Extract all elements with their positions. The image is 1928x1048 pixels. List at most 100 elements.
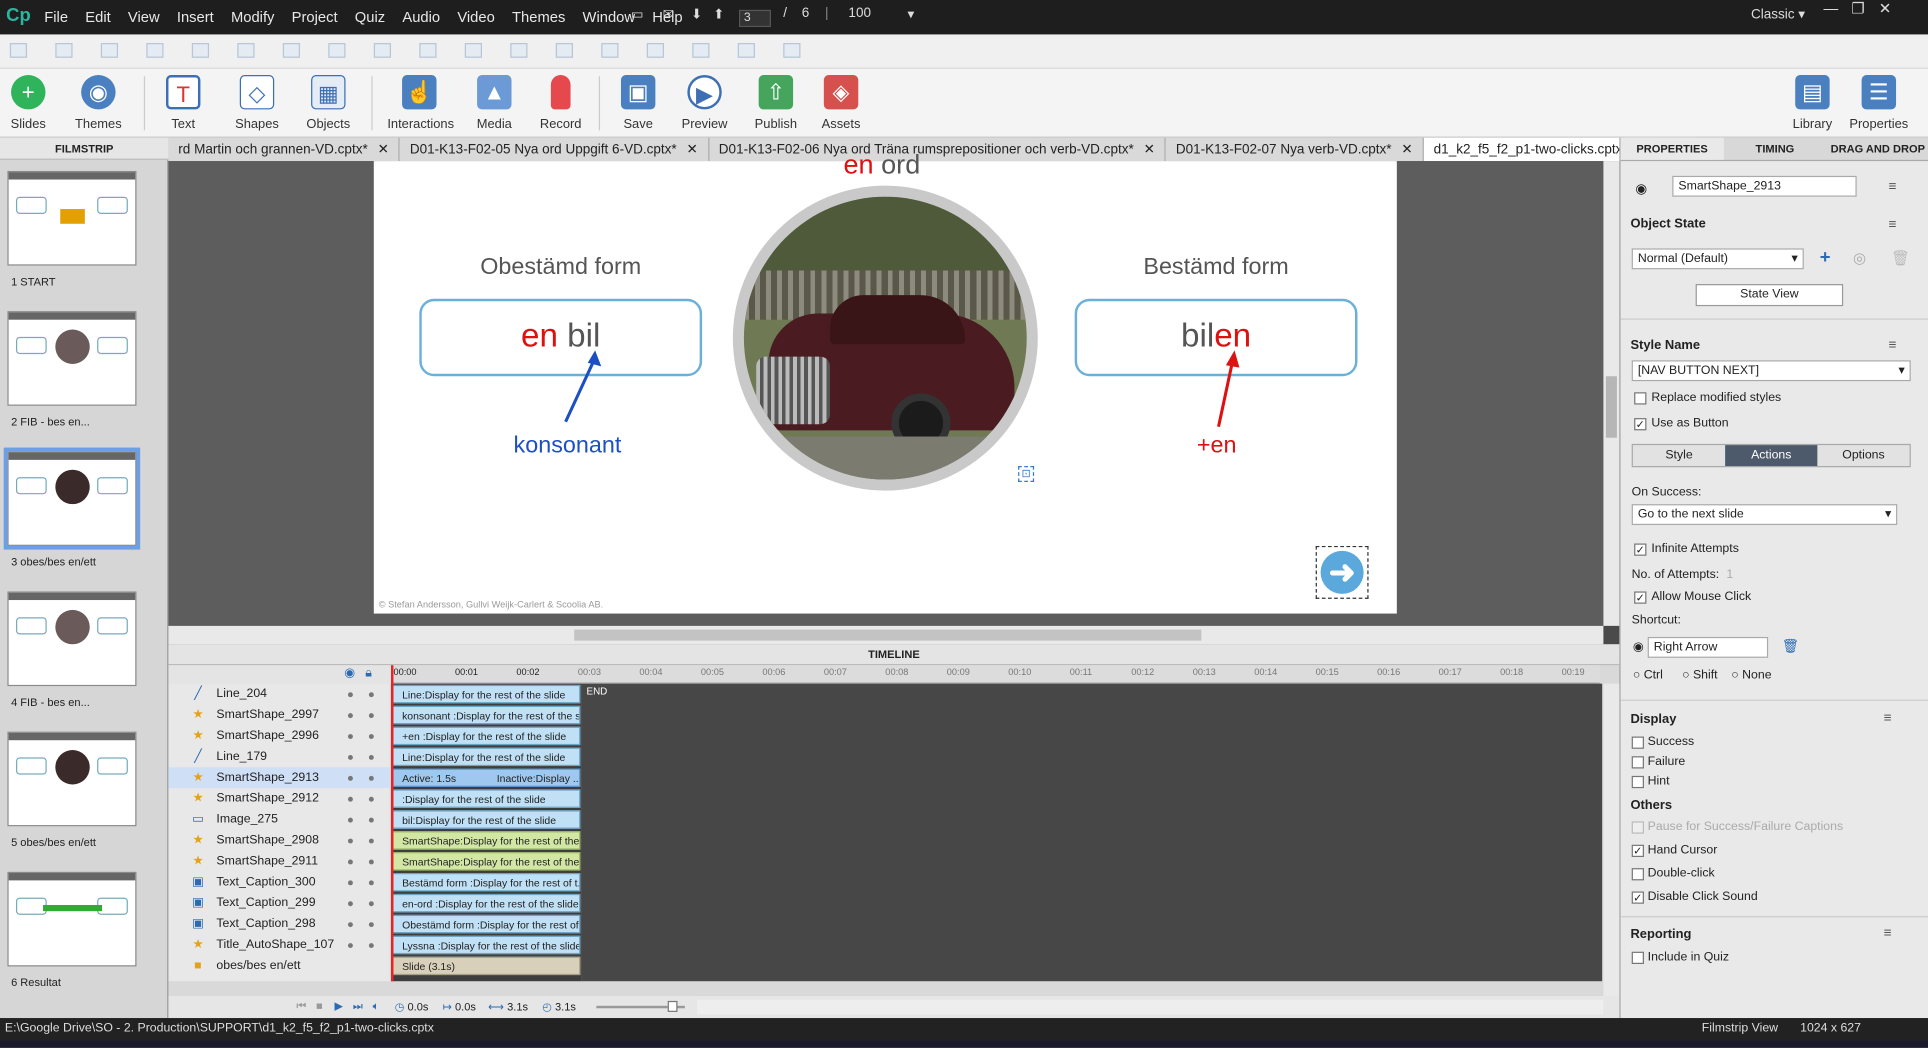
menu-edit[interactable]: Edit	[85, 9, 110, 26]
visibility-dot[interactable]	[347, 838, 353, 844]
lock-badge-icon[interactable]: ⊡	[1018, 466, 1035, 483]
timeline-layer[interactable]: ■ obes/bes en/ett	[168, 955, 389, 976]
comment-icon[interactable]: ▭	[631, 6, 644, 22]
align-icon[interactable]	[692, 43, 710, 58]
document-tab[interactable]: D01-K13-F02-07 Nya verb-VD.cptx* ✕	[1165, 137, 1424, 162]
style-menu-icon[interactable]: ≡	[1889, 338, 1897, 353]
object-menu-icon[interactable]: ≡	[1889, 180, 1897, 195]
others-checkbox[interactable]: ✓	[1631, 844, 1644, 858]
timeline-vscrollbar[interactable]	[1603, 683, 1620, 996]
document-tab[interactable]: D01-K13-F02-06 Nya ord Träna rumspreposi…	[708, 137, 1166, 162]
visibility-dot[interactable]	[347, 775, 353, 781]
lock-dot[interactable]	[368, 692, 374, 698]
timeline-bar[interactable]: SmartShape:Display for the rest of the .…	[392, 852, 581, 871]
visibility-dot[interactable]	[347, 692, 353, 698]
mail-icon[interactable]: ✉	[663, 6, 674, 22]
allow-mouse-checkbox[interactable]: ✓	[1634, 591, 1647, 604]
visibility-dot[interactable]	[347, 734, 353, 739]
media-button[interactable]: ▲ Media	[462, 71, 526, 135]
record-button[interactable]: Record	[529, 71, 593, 135]
menu-project[interactable]: Project	[292, 9, 338, 26]
arrow-down-icon[interactable]: ⬇	[691, 6, 702, 22]
timeline-bar[interactable]: :Display for the rest of the slide	[392, 789, 581, 808]
align-icon[interactable]	[601, 43, 619, 58]
slide-thumbnail[interactable]	[7, 311, 137, 406]
subtab-options[interactable]: Options	[1817, 445, 1909, 466]
visibility-eye-icon[interactable]: ◉	[1635, 181, 1647, 197]
lock-dot[interactable]	[368, 943, 374, 949]
assets-button[interactable]: ◈ Assets	[809, 71, 873, 135]
lock-dot[interactable]	[368, 713, 374, 719]
others-checkbox[interactable]	[1631, 868, 1644, 881]
others-checkbox[interactable]: ✓	[1631, 891, 1644, 904]
menu-insert[interactable]: Insert	[177, 9, 214, 26]
play-timeline-icon[interactable]: ▶	[334, 1000, 343, 1014]
timeline-bar[interactable]: SmartShape:Display for the rest of the .…	[392, 831, 581, 850]
timeline-bar[interactable]: Slide (3.1s)	[392, 956, 581, 976]
style-select[interactable]: [NAV BUTTON NEXT] ▾	[1631, 360, 1911, 382]
subtab-style[interactable]: Style	[1633, 445, 1725, 466]
close-tab-icon[interactable]: ✕	[378, 143, 389, 158]
preview-button[interactable]: ▶ Preview	[673, 71, 737, 135]
stage-vertical-scrollbar[interactable]	[1603, 161, 1620, 626]
timeline-layer[interactable]: ╱ Line_204	[168, 684, 389, 705]
visibility-dot[interactable]	[347, 859, 353, 865]
shift-radio[interactable]: ○ Shift	[1682, 669, 1717, 683]
shortcut-field[interactable]: Right Arrow	[1647, 636, 1769, 658]
slide-thumbnail[interactable]	[7, 591, 137, 687]
timeline-layer[interactable]: ★ Title_AutoShape_107	[168, 934, 389, 955]
menu-video[interactable]: Video	[457, 9, 494, 26]
lock-dot[interactable]	[368, 838, 374, 844]
lock-dot[interactable]	[368, 901, 374, 907]
timeline-layer[interactable]: ▣ Text_Caption_298	[168, 914, 389, 935]
timeline-layer[interactable]: ★ SmartShape_2913	[168, 767, 390, 789]
align-icon[interactable]	[783, 43, 801, 58]
display-checkbox[interactable]	[1631, 736, 1644, 749]
lock-dot[interactable]	[368, 734, 374, 739]
hscroll-thumb[interactable]	[574, 629, 1202, 641]
zoom-value[interactable]: 100	[848, 6, 871, 21]
minimize-icon[interactable]: —	[1817, 0, 1844, 20]
object-name-field[interactable]: SmartShape_2913	[1672, 175, 1857, 197]
visibility-dot[interactable]	[347, 901, 353, 907]
state-select[interactable]: Normal (Default) ▾	[1631, 248, 1804, 270]
document-tab[interactable]: D01-K13-F02-05 Nya ord Uppgift 6-VD.cptx…	[399, 137, 709, 162]
timeline-layer[interactable]: ▭ Image_275	[168, 809, 389, 830]
replace-styles-checkbox[interactable]	[1634, 392, 1647, 405]
timeline-bar[interactable]: Line:Display for the rest of the slide	[392, 684, 581, 704]
lock-dot[interactable]	[368, 922, 374, 928]
lock-icon[interactable]: 🔒︎	[365, 666, 372, 680]
timeline-layer[interactable]: ★ SmartShape_2997	[168, 705, 389, 726]
menu-file[interactable]: File	[44, 9, 68, 26]
menu-window[interactable]: Window	[583, 9, 635, 26]
timeline-bar[interactable]: +en :Display for the rest of the slide	[392, 726, 581, 746]
reporting-menu-icon[interactable]: ≡	[1884, 926, 1892, 941]
close-tab-icon[interactable]: ✕	[687, 143, 698, 158]
timeline-hscrollbar[interactable]	[697, 999, 1604, 1015]
first-frame-icon[interactable]: ⏮	[296, 1000, 306, 1014]
add-state-icon[interactable]: +	[1820, 247, 1831, 268]
last-frame-icon[interactable]: ⏭	[353, 1000, 363, 1014]
timeline-layer[interactable]: ★ SmartShape_2911	[168, 851, 389, 872]
tab-timing[interactable]: TIMING	[1723, 138, 1826, 160]
timeline-layer[interactable]: ▣ Text_Caption_300	[168, 872, 389, 893]
align-icon[interactable]	[646, 43, 664, 58]
slides-button[interactable]: + Slides	[0, 71, 60, 135]
subtab-actions[interactable]: Actions	[1725, 445, 1818, 467]
timeline-bar[interactable]: Lyssna :Display for the rest of the slid…	[392, 935, 581, 955]
document-tab[interactable]: rd Martin och grannen-VD.cptx* ✕	[168, 137, 400, 162]
slide-thumbnail[interactable]	[7, 731, 137, 827]
shortcut-radio[interactable]: ◉	[1633, 641, 1644, 655]
publish-button[interactable]: ⇧ Publish	[744, 71, 808, 135]
properties-button[interactable]: ☰ Properties	[1847, 71, 1911, 135]
lock-dot[interactable]	[368, 880, 374, 886]
close-tab-icon[interactable]: ✕	[1144, 143, 1155, 158]
lock-dot[interactable]	[368, 754, 374, 760]
display-menu-icon[interactable]: ≡	[1884, 711, 1892, 726]
themes-button[interactable]: ◉ Themes	[66, 71, 130, 135]
arrow-up-icon[interactable]: ⬆	[713, 6, 724, 22]
use-as-button-checkbox[interactable]: ✓	[1634, 418, 1647, 431]
menu-view[interactable]: View	[128, 9, 160, 26]
vscroll-thumb[interactable]	[1605, 376, 1617, 438]
lock-dot[interactable]	[368, 775, 374, 781]
